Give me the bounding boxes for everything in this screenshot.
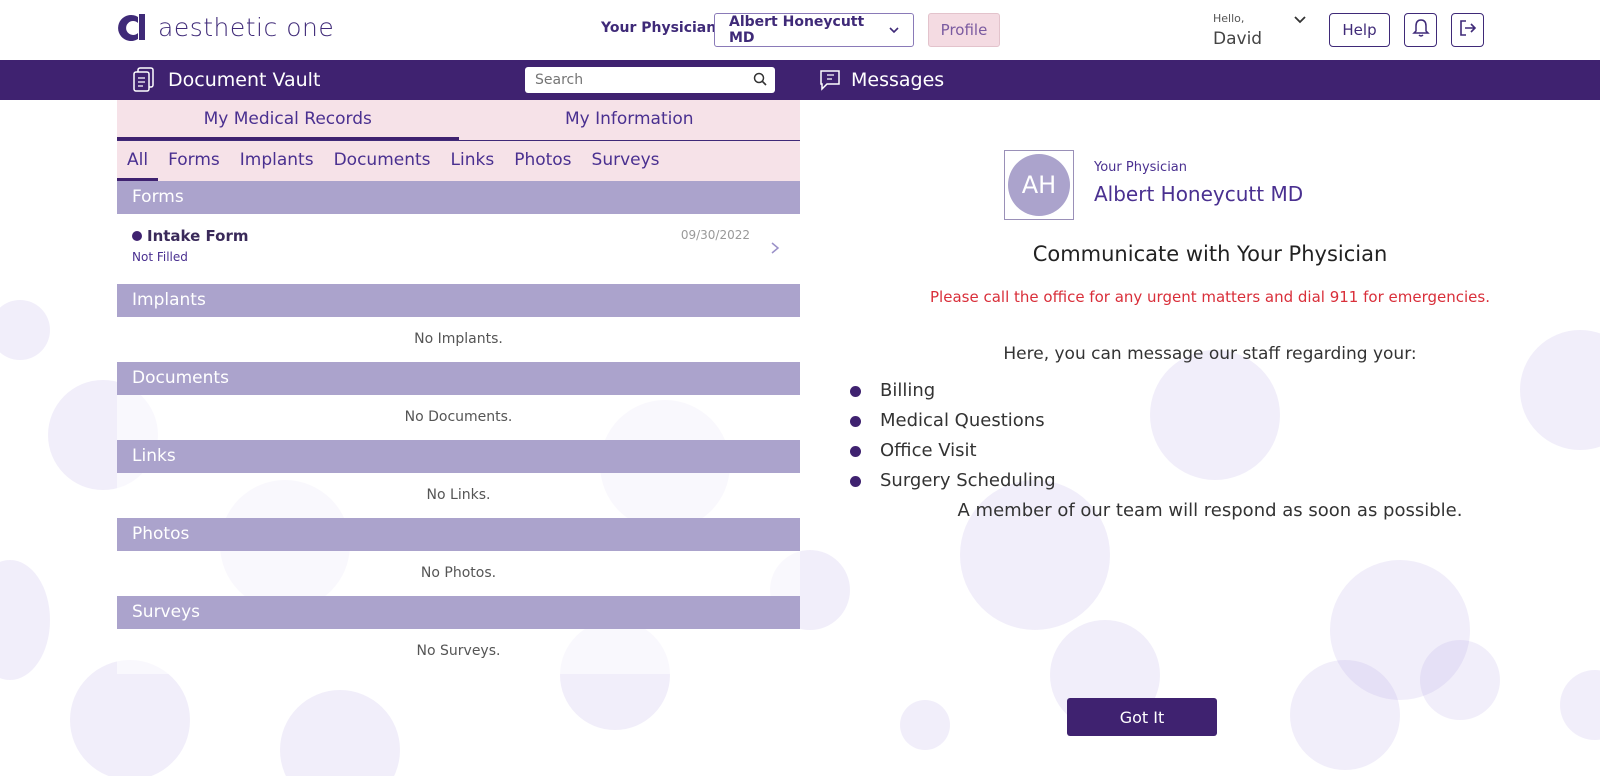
list-item: Medical Questions (850, 406, 1056, 436)
tab-links[interactable]: Links (441, 141, 505, 181)
form-date: 09/30/2022 (680, 228, 750, 242)
records-tabs: My Medical Records My Information (117, 100, 800, 141)
document-vault-icon (132, 67, 156, 97)
documents-empty: No Documents. (117, 395, 800, 440)
tab-surveys[interactable]: Surveys (582, 141, 670, 181)
photos-empty: No Photos. (117, 551, 800, 596)
tab-all[interactable]: All (117, 141, 159, 181)
bell-icon (1411, 18, 1430, 42)
section-bar: Document Vault Messages (0, 60, 1600, 100)
list-item: Billing (850, 376, 1056, 406)
documents-section-header: Documents (117, 362, 800, 395)
logo-icon (116, 11, 148, 43)
links-section-header: Links (117, 440, 800, 473)
implants-section-header: Implants (117, 284, 800, 317)
response-note: A member of our team will respond as soo… (957, 500, 1463, 521)
search-input[interactable] (533, 71, 737, 89)
physician-name: Albert Honeycutt MD (1094, 182, 1304, 206)
tab-photos[interactable]: Photos (504, 141, 581, 181)
avatar: AH (1004, 150, 1074, 220)
physician-select-value: Albert Honeycutt MD (729, 14, 865, 46)
profile-button[interactable]: Profile (928, 13, 1000, 47)
intake-form-row[interactable]: Intake Form Not Filled 09/30/2022 (117, 214, 800, 284)
chevron-down-icon (889, 22, 899, 38)
emergency-warning: Please call the office for any urgent ma… (930, 288, 1490, 306)
topics-list: Billing Medical Questions Office Visit S… (850, 376, 1056, 496)
form-name: Intake Form (147, 227, 249, 245)
logo[interactable]: aesthetic one (116, 10, 334, 44)
logo-text: aesthetic one (158, 12, 335, 42)
logout-button[interactable] (1451, 13, 1484, 47)
messages-title: Messages (851, 69, 945, 91)
status-dot-icon (132, 231, 142, 241)
messages-icon (818, 68, 842, 96)
list-item: Office Visit (850, 436, 1056, 466)
document-vault-panel: My Medical Records My Information All Fo… (117, 100, 800, 674)
links-empty: No Links. (117, 473, 800, 518)
physician-select[interactable]: Albert Honeycutt MD (714, 13, 914, 47)
search-box[interactable] (525, 67, 775, 93)
tab-documents[interactable]: Documents (324, 141, 441, 181)
form-status: Not Filled (132, 250, 188, 264)
messages-panel: AH Your Physician Albert Honeycutt MD Co… (820, 100, 1600, 776)
help-button[interactable]: Help (1329, 13, 1390, 47)
surveys-empty: No Surveys. (117, 629, 800, 674)
page-title: Communicate with Your Physician (1032, 242, 1388, 266)
photos-section-header: Photos (117, 518, 800, 551)
tab-forms[interactable]: Forms (158, 141, 230, 181)
physician-label: Your Physician (601, 20, 717, 36)
tab-my-medical-records[interactable]: My Medical Records (117, 100, 459, 140)
notifications-button[interactable] (1404, 13, 1437, 47)
user-name[interactable]: David (1213, 29, 1262, 49)
chevron-right-icon[interactable] (770, 240, 780, 259)
tab-implants[interactable]: Implants (230, 141, 324, 181)
search-icon[interactable] (753, 71, 767, 90)
greeting-label: Hello, (1213, 12, 1245, 25)
forms-section-header: Forms (117, 181, 800, 214)
physician-caption: Your Physician (1094, 160, 1188, 175)
filter-tabs: All Forms Implants Documents Links Photo… (117, 141, 800, 181)
tab-my-information[interactable]: My Information (459, 100, 801, 140)
document-vault-title: Document Vault (168, 69, 321, 91)
user-menu-chevron-icon[interactable] (1293, 12, 1307, 26)
avatar-initials: AH (1008, 154, 1070, 216)
implants-empty: No Implants. (117, 317, 800, 362)
list-item: Surgery Scheduling (850, 466, 1056, 496)
logout-icon (1458, 18, 1478, 42)
intro-text: Here, you can message our staff regardin… (1003, 344, 1417, 364)
got-it-button[interactable]: Got It (1067, 698, 1217, 736)
app-header: aesthetic one Your Physician Albert Hone… (0, 0, 1600, 60)
surveys-section-header: Surveys (117, 596, 800, 629)
